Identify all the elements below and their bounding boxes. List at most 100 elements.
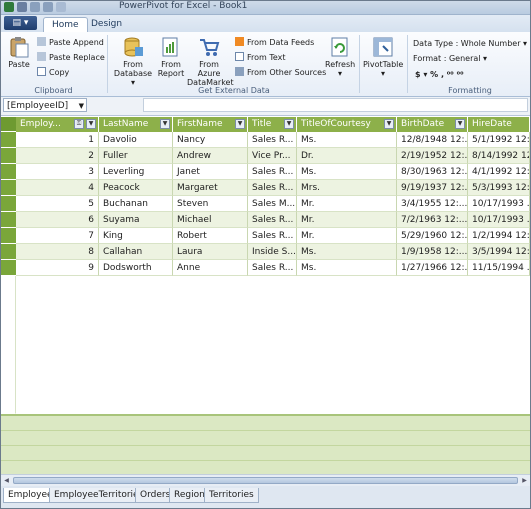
column-header-lastname[interactable]: LastName ▼ xyxy=(99,117,173,132)
table-cell[interactable]: 10/17/1993 ... xyxy=(468,212,530,228)
table-cell[interactable]: 4 xyxy=(16,180,99,196)
table-cell[interactable]: Steven xyxy=(173,196,248,212)
row-selector[interactable] xyxy=(1,180,16,196)
table-cell[interactable]: 7/2/1963 12:... xyxy=(397,212,468,228)
excel-icon[interactable] xyxy=(4,2,14,12)
row-selector[interactable] xyxy=(1,212,16,228)
data-type-dropdown[interactable]: Data Type : Whole Number ▾ xyxy=(413,38,527,49)
from-report-button[interactable]: From Report xyxy=(157,36,185,78)
number-format-buttons[interactable]: $ ▾ % , ⁰⁰ ⁰⁰ xyxy=(415,69,464,80)
row-selector[interactable] xyxy=(1,244,16,260)
name-box[interactable]: [EmployeeID] ▼ xyxy=(3,98,87,112)
table-cell[interactable]: 8/14/1992 12... xyxy=(468,148,530,164)
filter-dropdown-icon[interactable]: ▼ xyxy=(455,119,465,129)
horizontal-scrollbar[interactable]: ◀ ▶ xyxy=(1,474,530,486)
scrollbar-thumb[interactable] xyxy=(13,477,518,484)
column-header-hiredate[interactable]: HireDate xyxy=(468,117,530,132)
table-cell[interactable]: Margaret xyxy=(173,180,248,196)
table-cell[interactable]: 8/30/1963 12:... xyxy=(397,164,468,180)
table-cell[interactable]: 6 xyxy=(16,212,99,228)
column-header-title[interactable]: Title ▼ xyxy=(248,117,297,132)
table-cell[interactable]: 8 xyxy=(16,244,99,260)
table-cell[interactable]: King xyxy=(99,228,173,244)
column-header-employeeid[interactable]: Employ... ⚿ ▼ xyxy=(16,117,99,132)
scroll-left-icon[interactable]: ◀ xyxy=(2,476,11,485)
filter-dropdown-icon[interactable]: ▼ xyxy=(235,119,245,129)
table-cell[interactable]: 7 xyxy=(16,228,99,244)
table-cell[interactable]: Mr. xyxy=(297,228,397,244)
chevron-down-icon[interactable]: ▼ xyxy=(79,99,84,113)
table-cell[interactable]: 5/3/1993 12:... xyxy=(468,180,530,196)
column-header-firstname[interactable]: FirstName ▼ xyxy=(173,117,248,132)
table-cell[interactable]: 4/1/1992 12:... xyxy=(468,164,530,180)
table-cell[interactable]: 11/15/1994 ... xyxy=(468,260,530,276)
calculation-area[interactable] xyxy=(1,414,530,474)
table-cell[interactable]: 1/27/1966 12:... xyxy=(397,260,468,276)
table-cell[interactable]: 9 xyxy=(16,260,99,276)
paste-append-button[interactable]: Paste Append xyxy=(37,37,104,48)
table-cell[interactable]: Fuller xyxy=(99,148,173,164)
tab-design[interactable]: Design xyxy=(83,17,130,32)
table-cell[interactable]: Robert xyxy=(173,228,248,244)
table-cell[interactable]: Mr. xyxy=(297,212,397,228)
paste-button[interactable]: Paste xyxy=(6,36,32,69)
sheet-tab-employeeterritories[interactable]: EmployeeTerritories xyxy=(49,488,149,503)
table-cell[interactable]: 5/1/1992 12:... xyxy=(468,132,530,148)
table-cell[interactable]: Ms. xyxy=(297,244,397,260)
application-menu-button[interactable]: ▤ ▾ xyxy=(4,16,37,30)
table-cell[interactable]: Peacock xyxy=(99,180,173,196)
paste-replace-button[interactable]: Paste Replace xyxy=(37,52,105,63)
from-azure-datamarket-button[interactable]: From Azure DataMarket xyxy=(187,36,234,87)
pivottable-button[interactable]: PivotTable ▾ xyxy=(363,36,403,78)
table-cell[interactable]: Ms. xyxy=(297,132,397,148)
scroll-right-icon[interactable]: ▶ xyxy=(520,476,529,485)
undo-icon[interactable] xyxy=(30,2,40,12)
save-icon[interactable] xyxy=(17,2,27,12)
table-cell[interactable]: 1 xyxy=(16,132,99,148)
table-cell[interactable]: 9/19/1937 12:... xyxy=(397,180,468,196)
table-cell[interactable]: Mrs. xyxy=(297,180,397,196)
row-selector[interactable] xyxy=(1,196,16,212)
table-cell[interactable]: Sales R... xyxy=(248,228,297,244)
filter-dropdown-icon[interactable]: ▼ xyxy=(86,119,96,129)
table-cell[interactable]: 10/17/1993 ... xyxy=(468,196,530,212)
copy-button[interactable]: Copy xyxy=(37,67,69,78)
from-other-sources-button[interactable]: From Other Sources xyxy=(235,67,326,78)
table-cell[interactable]: 2/19/1952 12:... xyxy=(397,148,468,164)
table-cell[interactable]: 2 xyxy=(16,148,99,164)
table-cell[interactable]: Michael xyxy=(173,212,248,228)
filter-dropdown-icon[interactable]: ▼ xyxy=(160,119,170,129)
table-cell[interactable]: Leverling xyxy=(99,164,173,180)
row-selector[interactable] xyxy=(1,148,16,164)
column-header-titleofcourtesy[interactable]: TitleOfCourtesy ▼ xyxy=(297,117,397,132)
table-cell[interactable]: Ms. xyxy=(297,260,397,276)
table-cell[interactable]: Sales R... xyxy=(248,260,297,276)
table-cell[interactable]: Sales R... xyxy=(248,164,297,180)
table-cell[interactable]: 1/2/1994 12:... xyxy=(468,228,530,244)
from-text-button[interactable]: From Text xyxy=(235,52,286,63)
filter-dropdown-icon[interactable]: ▼ xyxy=(284,119,294,129)
tab-home[interactable]: Home xyxy=(43,17,88,33)
table-cell[interactable]: 3/4/1955 12:... xyxy=(397,196,468,212)
table-cell[interactable]: Inside S... xyxy=(248,244,297,260)
table-cell[interactable]: Sales R... xyxy=(248,180,297,196)
table-cell[interactable]: 5/29/1960 12:... xyxy=(397,228,468,244)
row-selector[interactable] xyxy=(1,228,16,244)
customize-qat-icon[interactable] xyxy=(56,2,66,12)
table-cell[interactable]: Vice Pr... xyxy=(248,148,297,164)
table-cell[interactable]: Laura xyxy=(173,244,248,260)
row-selector[interactable] xyxy=(1,132,16,148)
table-cell[interactable]: Sales R... xyxy=(248,212,297,228)
table-cell[interactable]: Sales R... xyxy=(248,132,297,148)
from-data-feeds-button[interactable]: From Data Feeds xyxy=(235,37,314,48)
table-cell[interactable]: 3/5/1994 12:... xyxy=(468,244,530,260)
table-cell[interactable]: Mr. xyxy=(297,196,397,212)
row-selector[interactable] xyxy=(1,260,16,276)
table-cell[interactable]: 5 xyxy=(16,196,99,212)
sheet-tab-territories[interactable]: Territories xyxy=(204,488,259,503)
table-cell[interactable]: 12/8/1948 12:... xyxy=(397,132,468,148)
table-cell[interactable]: Janet xyxy=(173,164,248,180)
table-cell[interactable]: Andrew xyxy=(173,148,248,164)
table-cell[interactable]: Nancy xyxy=(173,132,248,148)
formula-input[interactable] xyxy=(143,98,528,112)
